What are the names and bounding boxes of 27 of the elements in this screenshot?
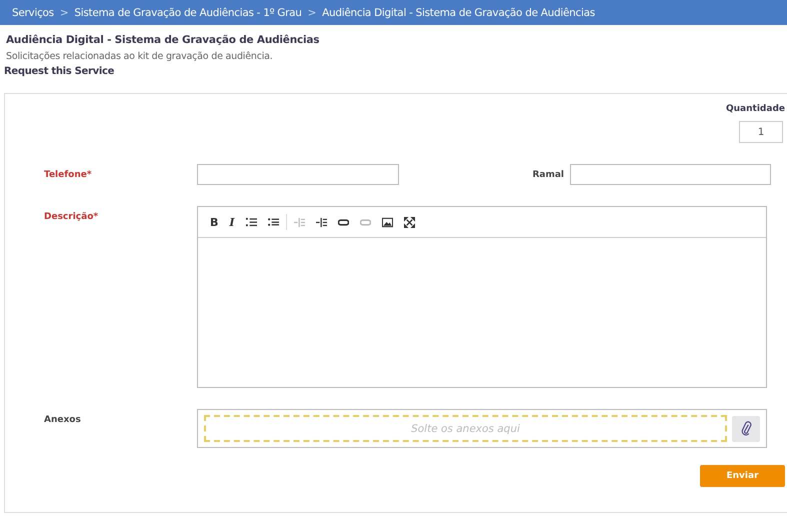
breadcrumb-link[interactable]: Audiência Digital - Sistema de Gravação de Audiências: [322, 6, 595, 18]
indent-icon[interactable]: [316, 216, 327, 228]
extension-label: Ramal: [532, 170, 564, 180]
breadcrumb-separator: >: [308, 6, 316, 18]
phone-field[interactable]: [197, 164, 399, 185]
page-title: Audiência Digital - Sistema de Gravação de Audiências: [6, 34, 320, 46]
quantity-field[interactable]: 1: [739, 121, 783, 143]
page-description: Solicitações relacionadas ao kit de gravação de audiência.: [6, 51, 274, 62]
image-icon[interactable]: [382, 216, 393, 228]
description-label: Descrição*: [43, 211, 100, 222]
attach-button[interactable]: [732, 416, 760, 442]
breadcrumb-link[interactable]: Serviços: [12, 6, 54, 18]
link-icon[interactable]: [338, 216, 349, 228]
fullscreen-icon[interactable]: [404, 216, 415, 228]
numbered-list-icon[interactable]: [246, 216, 257, 228]
bullet-list-icon[interactable]: [268, 216, 279, 228]
italic-button[interactable]: I: [229, 216, 235, 228]
paperclip-icon: [740, 421, 752, 436]
extension-field[interactable]: [570, 164, 771, 185]
breadcrumb-separator: >: [60, 6, 68, 18]
breadcrumb-link[interactable]: Sistema de Gravação de Audiências - 1º Grau: [74, 6, 302, 18]
request-heading: Request this Service: [4, 66, 116, 77]
phone-label: Telefone*: [43, 170, 93, 180]
quantity-label: Quantidade: [726, 104, 785, 114]
bold-button[interactable]: B: [210, 216, 218, 228]
attachments-label: Anexos: [43, 414, 82, 425]
submit-button[interactable]: Enviar: [700, 465, 785, 487]
